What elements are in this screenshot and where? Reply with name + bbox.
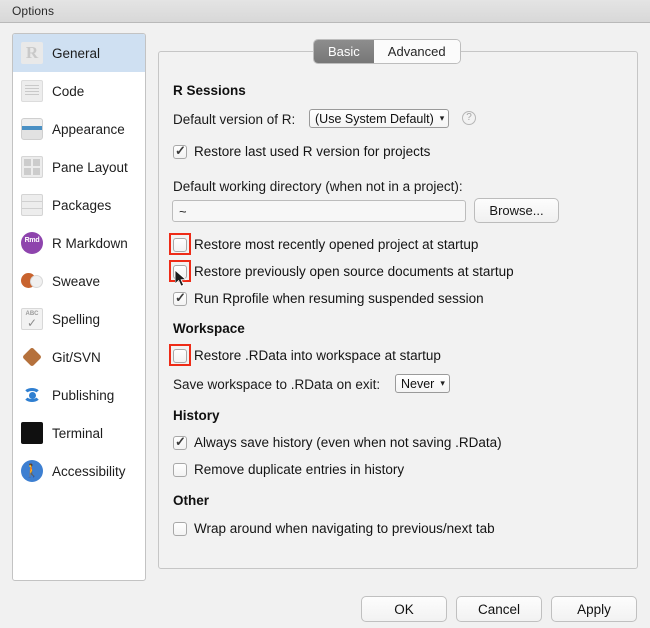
checkbox-wrap-around-tabs[interactable]	[173, 521, 187, 536]
checkbox-label: Wrap around when navigating to previous/…	[194, 521, 495, 536]
sidebar-item-label: Packages	[52, 197, 112, 213]
help-icon[interactable]: ?	[462, 111, 476, 125]
checkbox-restore-recent-project[interactable]	[173, 237, 187, 252]
checkbox-label: Remove duplicate entries in history	[194, 462, 405, 477]
tab-label: Basic	[328, 44, 360, 59]
sidebar-item-packages[interactable]: Packages	[13, 186, 145, 224]
sidebar-item-accessibility[interactable]: Accessibility	[13, 452, 145, 490]
sidebar-item-label: Appearance	[52, 121, 125, 137]
checkbox-row-restore-recent-project[interactable]: Restore most recently opened project at …	[173, 237, 478, 252]
sidebar-item-appearance[interactable]: Appearance	[13, 110, 145, 148]
checkbox-row-run-rprofile[interactable]: Run Rprofile when resuming suspended ses…	[173, 290, 484, 306]
sidebar-item-label: General	[52, 45, 101, 61]
chevron-down-icon: ▾	[440, 378, 445, 388]
code-icon	[21, 80, 43, 102]
tab-label: Advanced	[387, 44, 446, 59]
working-directory-label: Default working directory (when not in a…	[173, 179, 463, 194]
section-heading-other: Other	[173, 493, 210, 508]
publishing-icon	[21, 384, 43, 406]
sidebar-item-general[interactable]: R General	[13, 34, 145, 72]
sidebar-item-r-markdown[interactable]: R Markdown	[13, 224, 145, 262]
accessibility-icon	[21, 460, 43, 482]
ok-button[interactable]: OK	[361, 596, 447, 622]
appearance-icon	[21, 118, 43, 140]
options-category-sidebar[interactable]: R General Code Appearance Pane Layout Pa…	[12, 33, 146, 581]
sidebar-item-git-svn[interactable]: Git/SVN	[13, 338, 145, 376]
save-workspace-value: Never	[401, 376, 435, 391]
default-r-version-select[interactable]: (Use System Default) ▾	[309, 109, 450, 128]
checkbox-label: Restore .RData into workspace at startup	[194, 348, 441, 363]
checkbox-label: Restore previously open source documents…	[194, 264, 514, 279]
checkbox-row-wrap-around-tabs[interactable]: Wrap around when navigating to previous/…	[173, 521, 495, 536]
sidebar-item-label: Publishing	[52, 387, 115, 403]
sidebar-item-label: Code	[52, 83, 85, 99]
checkbox-row-restore-rdata[interactable]: Restore .RData into workspace at startup	[173, 348, 441, 363]
general-options-panel: R Sessions Default version of R: (Use Sy…	[158, 51, 638, 569]
r-markdown-icon	[21, 232, 43, 254]
section-heading-r-sessions: R Sessions	[173, 83, 246, 98]
apply-button-label: Apply	[577, 601, 611, 617]
section-heading-history: History	[173, 408, 220, 423]
checkbox-row-restore-open-documents[interactable]: Restore previously open source documents…	[173, 264, 514, 279]
sidebar-item-terminal[interactable]: Terminal	[13, 414, 145, 452]
window-title: Options	[12, 4, 55, 18]
save-workspace-select[interactable]: Never ▾	[395, 374, 450, 393]
sidebar-item-publishing[interactable]: Publishing	[13, 376, 145, 414]
default-r-version-value: (Use System Default)	[315, 111, 434, 126]
sidebar-item-label: Accessibility	[52, 463, 126, 479]
sweave-icon	[21, 270, 43, 292]
checkbox-run-rprofile[interactable]	[173, 290, 187, 306]
checkbox-restore-rdata[interactable]	[173, 348, 187, 363]
git-svn-icon	[21, 346, 43, 368]
checkbox-label: Restore most recently opened project at …	[194, 237, 479, 252]
sidebar-item-label: Git/SVN	[52, 349, 101, 365]
sidebar-item-code[interactable]: Code	[13, 72, 145, 110]
checkbox-label: Always save history (even when not savin…	[194, 435, 502, 450]
section-heading-workspace: Workspace	[173, 321, 245, 336]
checkbox-label: Restore last used R version for projects	[194, 144, 431, 159]
sidebar-item-label: Spelling	[52, 311, 101, 327]
spelling-icon	[21, 308, 43, 330]
browse-button[interactable]: Browse...	[474, 198, 559, 223]
checkbox-always-save-history[interactable]	[173, 434, 187, 450]
tab-basic[interactable]: Basic	[314, 40, 374, 63]
checkbox-row-always-save-history[interactable]: Always save history (even when not savin…	[173, 434, 502, 450]
sidebar-item-label: Sweave	[52, 273, 101, 289]
apply-button[interactable]: Apply	[551, 596, 637, 622]
r-logo-icon: R	[21, 42, 43, 64]
sidebar-item-sweave[interactable]: Sweave	[13, 262, 145, 300]
options-dialog: Options R General Code Appearance Pane L…	[0, 0, 650, 628]
working-directory-value: ~	[179, 203, 187, 219]
sidebar-item-label: Pane Layout	[52, 159, 128, 175]
sidebar-item-label: Terminal	[52, 425, 104, 441]
checkbox-row-restore-last-r-version[interactable]: Restore last used R version for projects	[173, 143, 431, 159]
pane-layout-icon	[21, 156, 43, 178]
save-workspace-label: Save workspace to .RData on exit:	[173, 377, 381, 392]
cancel-button-label: Cancel	[477, 601, 521, 617]
working-directory-input[interactable]: ~	[172, 200, 466, 222]
ok-button-label: OK	[394, 601, 414, 617]
window-titlebar: Options	[0, 0, 650, 23]
browse-button-label: Browse...	[489, 203, 544, 218]
cancel-button[interactable]: Cancel	[456, 596, 542, 622]
checkbox-restore-last-r-version[interactable]	[173, 143, 187, 159]
checkbox-restore-open-documents[interactable]	[173, 264, 187, 279]
default-version-label: Default version of R:	[173, 112, 296, 127]
options-tabstrip[interactable]: Basic Advanced	[313, 39, 461, 64]
checkbox-label: Run Rprofile when resuming suspended ses…	[194, 291, 484, 306]
chevron-down-icon: ▾	[439, 113, 445, 123]
tab-advanced[interactable]: Advanced	[373, 40, 460, 63]
checkbox-remove-duplicates[interactable]	[173, 462, 187, 477]
terminal-icon	[21, 422, 43, 444]
sidebar-item-label: R Markdown	[52, 235, 128, 251]
sidebar-item-spelling[interactable]: Spelling	[13, 300, 145, 338]
sidebar-item-pane-layout[interactable]: Pane Layout	[13, 148, 145, 186]
checkbox-row-remove-duplicates[interactable]: Remove duplicate entries in history	[173, 462, 404, 477]
packages-icon	[21, 194, 43, 216]
